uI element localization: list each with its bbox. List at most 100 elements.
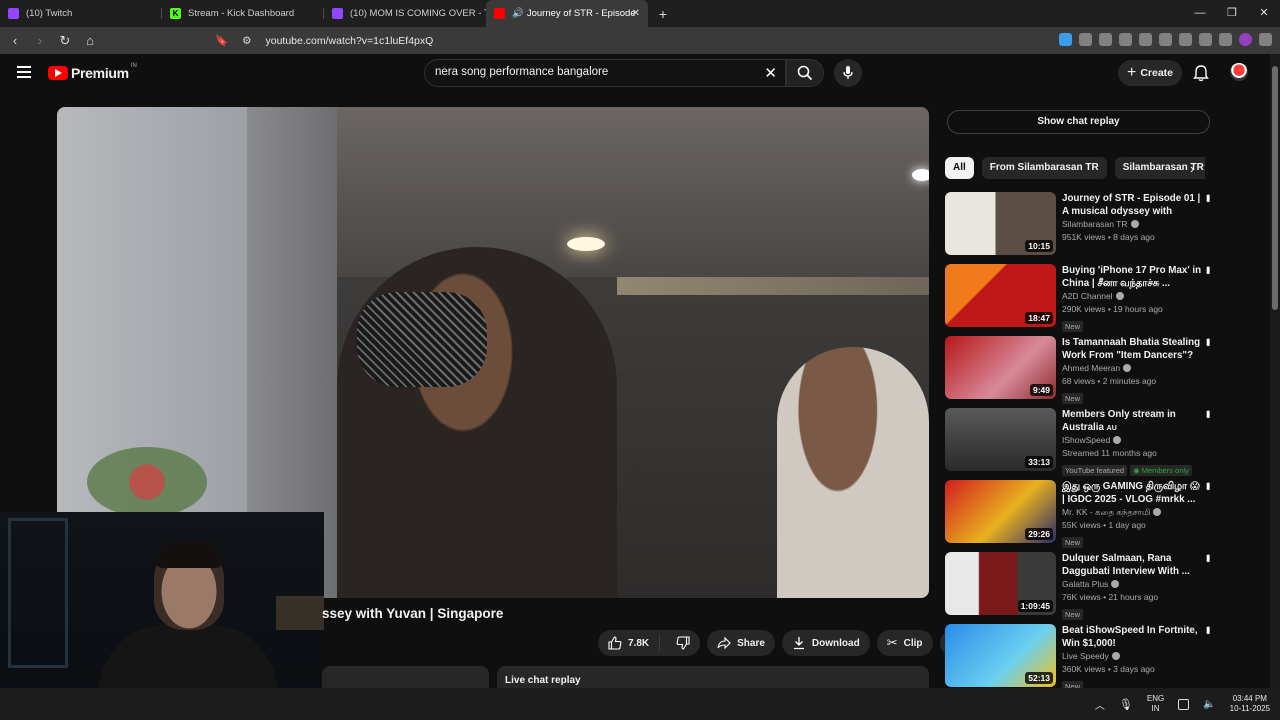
extension-icon[interactable]	[1199, 33, 1212, 46]
more-vertical-icon[interactable]: •••	[1201, 626, 1215, 633]
scrollbar-thumb[interactable]	[1272, 66, 1278, 310]
list-item[interactable]: 33:13 Members Only stream in Australia A…	[945, 408, 1220, 480]
clear-search-icon[interactable]: ✕	[764, 64, 777, 82]
create-button[interactable]: + Create	[1118, 60, 1182, 86]
voice-search-button[interactable]	[834, 59, 862, 87]
back-icon[interactable]: ‹	[5, 33, 25, 48]
video-duration: 18:47	[1025, 312, 1053, 324]
browser-tab[interactable]: (10) MOM IS COMING OVER - Twitch	[324, 0, 486, 27]
bookmark-icon[interactable]: 🔖	[215, 34, 228, 47]
list-item[interactable]: 1:09:45 Dulquer Salmaan, Rana Daggubati …	[945, 552, 1220, 624]
video-thumbnail[interactable]: 9:49	[945, 336, 1056, 399]
close-tab-icon[interactable]: ✕	[632, 8, 640, 19]
list-item[interactable]: 10:15 Journey of STR - Episode 01 | A mu…	[945, 192, 1220, 264]
video-title[interactable]: Beat iShowSpeed In Fortnite, Win $1,000!	[1062, 624, 1202, 650]
extension-icon[interactable]	[1059, 33, 1072, 46]
video-title[interactable]: Journey of STR - Episode 01 | A musical …	[1062, 192, 1202, 218]
new-badge: New	[1062, 393, 1084, 404]
site-info-icon[interactable]: ⚙	[242, 35, 251, 47]
puzzle-icon[interactable]	[1099, 33, 1112, 46]
page-scrollbar[interactable]	[1270, 54, 1280, 688]
chevron-right-icon[interactable]: ›	[1190, 161, 1194, 176]
browser-toolbar: ‹ › ↻ ⌂ 🔖 ⚙ youtube.com/watch?v=1c1luEf4…	[0, 27, 1280, 54]
new-tab-button[interactable]: +	[652, 6, 674, 22]
channel-name[interactable]: A2D Channel	[1062, 290, 1202, 303]
show-chat-replay-button[interactable]: Show chat replay	[947, 110, 1210, 134]
reload-icon[interactable]: ↻	[55, 33, 75, 49]
volume-icon[interactable]: 🔈	[1203, 699, 1215, 710]
channel-name[interactable]: Mr. KK - கதை கந்தசாமி	[1062, 506, 1202, 519]
restore-icon[interactable]: ❐	[1216, 0, 1248, 27]
tab-title: (10) Twitch	[26, 8, 73, 19]
profile-icon[interactable]	[1239, 33, 1252, 46]
channel-name[interactable]: Live Speedy	[1062, 650, 1202, 663]
verified-icon	[1111, 652, 1120, 660]
menu-icon[interactable]	[17, 66, 31, 81]
chip-from-channel[interactable]: From Silambarasan TR	[981, 157, 1107, 179]
chip-all[interactable]: All	[945, 157, 974, 179]
more-vertical-icon[interactable]: •••	[1201, 482, 1215, 489]
notifications-bell-icon[interactable]	[1192, 64, 1210, 82]
sidebar-icon[interactable]	[1159, 33, 1172, 46]
share-button[interactable]: Share	[707, 630, 775, 656]
video-thumbnail[interactable]: 52:13	[945, 624, 1056, 687]
wallet-icon[interactable]	[1179, 33, 1192, 46]
download-button[interactable]: Download	[781, 630, 870, 656]
video-actions: 7.8K Share Download ✂ Clip ⋯	[598, 630, 973, 656]
address-bar[interactable]: 🔖 ⚙ youtube.com/watch?v=1c1luEf4pxQ	[215, 30, 965, 51]
clip-button[interactable]: ✂ Clip	[876, 630, 933, 656]
language-indicator[interactable]: ENG IN	[1147, 694, 1164, 714]
youtube-favicon-icon	[494, 8, 505, 19]
like-button[interactable]: 7.8K	[598, 635, 661, 651]
browser-tab-active[interactable]: 🔊Journey of STR - Episode 02 |✕	[486, 0, 648, 27]
video-title[interactable]: இது ஒரு GAMING திருவிழா 😱 | IGDC 2025 - …	[1062, 480, 1202, 506]
forward-icon[interactable]: ›	[30, 33, 50, 48]
clock[interactable]: 03:44 PM 10-11-2025	[1230, 694, 1270, 714]
youtube-logo[interactable]: Premium IN	[48, 63, 137, 81]
video-thumbnail[interactable]: 29:26	[945, 480, 1056, 543]
minimize-icon[interactable]: —	[1184, 0, 1216, 27]
video-thumbnail[interactable]: 33:13	[945, 408, 1056, 471]
list-item[interactable]: 18:47 Buying 'iPhone 17 Pro Max' in Chin…	[945, 264, 1220, 336]
channel-name[interactable]: Ahmed Meeran	[1062, 362, 1202, 375]
extension-icon[interactable]	[1079, 33, 1092, 46]
video-thumbnail[interactable]: 10:15	[945, 192, 1056, 255]
plus-icon: +	[1126, 64, 1137, 81]
network-icon[interactable]	[1178, 698, 1190, 710]
list-item[interactable]: 9:49 Is Tamannaah Bhatia Stealing Work F…	[945, 336, 1220, 408]
more-vertical-icon[interactable]: •••	[1201, 338, 1215, 345]
search-button[interactable]	[786, 59, 824, 87]
verified-icon	[1123, 364, 1132, 372]
search-input[interactable]	[435, 66, 755, 78]
video-thumbnail[interactable]: 1:09:45	[945, 552, 1056, 615]
microphone-icon[interactable]: 🎙	[1119, 698, 1133, 711]
list-item[interactable]: 29:26 இது ஒரு GAMING திருவிழா 😱 | IGDC 2…	[945, 480, 1220, 552]
dislike-button[interactable]	[666, 636, 700, 650]
video-title[interactable]: Buying 'iPhone 17 Pro Max' in China | சீ…	[1062, 264, 1202, 290]
video-duration: 29:26	[1025, 528, 1053, 540]
channel-name[interactable]: Galatta Plus	[1062, 578, 1202, 591]
video-title[interactable]: Dulquer Salmaan, Rana Daggubati Intervie…	[1062, 552, 1202, 578]
menu-icon[interactable]	[1259, 33, 1272, 46]
home-icon[interactable]: ⌂	[80, 33, 100, 48]
more-vertical-icon[interactable]: •••	[1201, 194, 1215, 201]
more-vertical-icon[interactable]: •••	[1201, 266, 1215, 273]
music-icon[interactable]	[1139, 33, 1152, 46]
channel-name[interactable]: Silambarasan TR	[1062, 218, 1202, 231]
more-vertical-icon[interactable]: •••	[1201, 554, 1215, 561]
shield-icon[interactable]	[1219, 33, 1232, 46]
more-vertical-icon[interactable]: •••	[1201, 410, 1215, 417]
browser-tab[interactable]: K Stream - Kick Dashboard	[162, 0, 324, 27]
list-item[interactable]: 52:13 Beat iShowSpeed In Fortnite, Win $…	[945, 624, 1220, 696]
extension-icon[interactable]	[1119, 33, 1132, 46]
avatar[interactable]	[1230, 63, 1248, 81]
video-thumbnail[interactable]: 18:47	[945, 264, 1056, 327]
video-title[interactable]: Members Only stream in Australia AU	[1062, 408, 1202, 434]
search-box[interactable]: ✕	[424, 59, 786, 87]
twitch-favicon-icon	[332, 8, 343, 19]
channel-name[interactable]: IShowSpeed	[1062, 434, 1202, 447]
browser-tab[interactable]: (10) Twitch	[0, 0, 162, 27]
video-title[interactable]: Is Tamannaah Bhatia Stealing Work From "…	[1062, 336, 1202, 362]
close-window-icon[interactable]: ✕	[1248, 0, 1280, 27]
chevron-up-icon[interactable]: ︿	[1095, 697, 1105, 712]
